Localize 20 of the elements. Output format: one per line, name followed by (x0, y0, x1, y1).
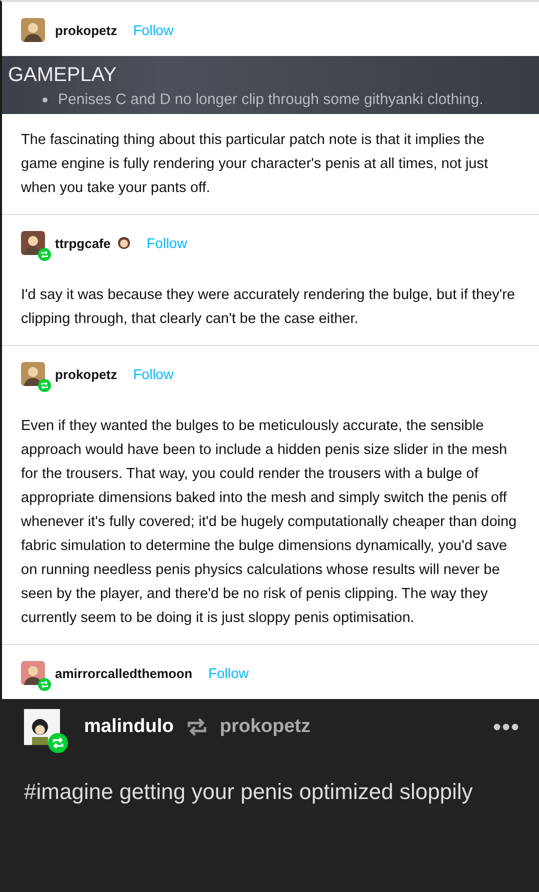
username[interactable]: prokopetz (55, 366, 118, 382)
more-options-icon[interactable] (493, 723, 519, 731)
patch-heading: GAMEPLAY (8, 64, 118, 87)
reblogged-from-username[interactable]: prokopetz (220, 716, 311, 738)
post-text: I'd say it was because they were accurately rendering the bulge, but if they're clipping through, that clearly can't be the case either. (20, 286, 516, 329)
avatar[interactable] (21, 661, 45, 685)
avatar[interactable] (21, 362, 45, 386)
username[interactable]: ttrpgcafe (55, 236, 111, 250)
username[interactable]: amirrorcalledthemoon (55, 666, 192, 680)
username[interactable]: malindulo (84, 716, 174, 738)
avatar[interactable] (24, 709, 60, 745)
post-text: #imagine getting your penis optimized sloppily (24, 778, 474, 806)
post-text: The fascinating thing about this particular patch note is that it implies the game engine is fully rendering your character's penis at all times, not just when you take your pants off. (20, 131, 490, 198)
reblog-icon (186, 718, 208, 736)
username[interactable]: prokopetz (55, 22, 118, 38)
avatar[interactable] (21, 18, 45, 42)
avatar[interactable] (21, 231, 45, 255)
post-text: Even if they wanted the bulges to be meticulously accurate, the sensible approach would have been to include a hidden penis size slider in the mesh for the trousers. That way, you could render the trousers with a bulge of appropriate dimensions baked into the mesh and simply switch the penis off whenever it's fully covered; it'd be hugely computationally cheaper than doing fabric simulation to determine the bulge dimensions dynamically, you'd save on running needless penis physics calculations whose results will never be seen by the player, and there'd be no risk of penis clipping. The way they currently seem to be doing it is just sloppy penis optimisation. (20, 417, 518, 628)
bullet-icon (42, 96, 48, 102)
patch-bullet: Penises C and D no longer clip through some githyanki clothing. (58, 91, 484, 108)
